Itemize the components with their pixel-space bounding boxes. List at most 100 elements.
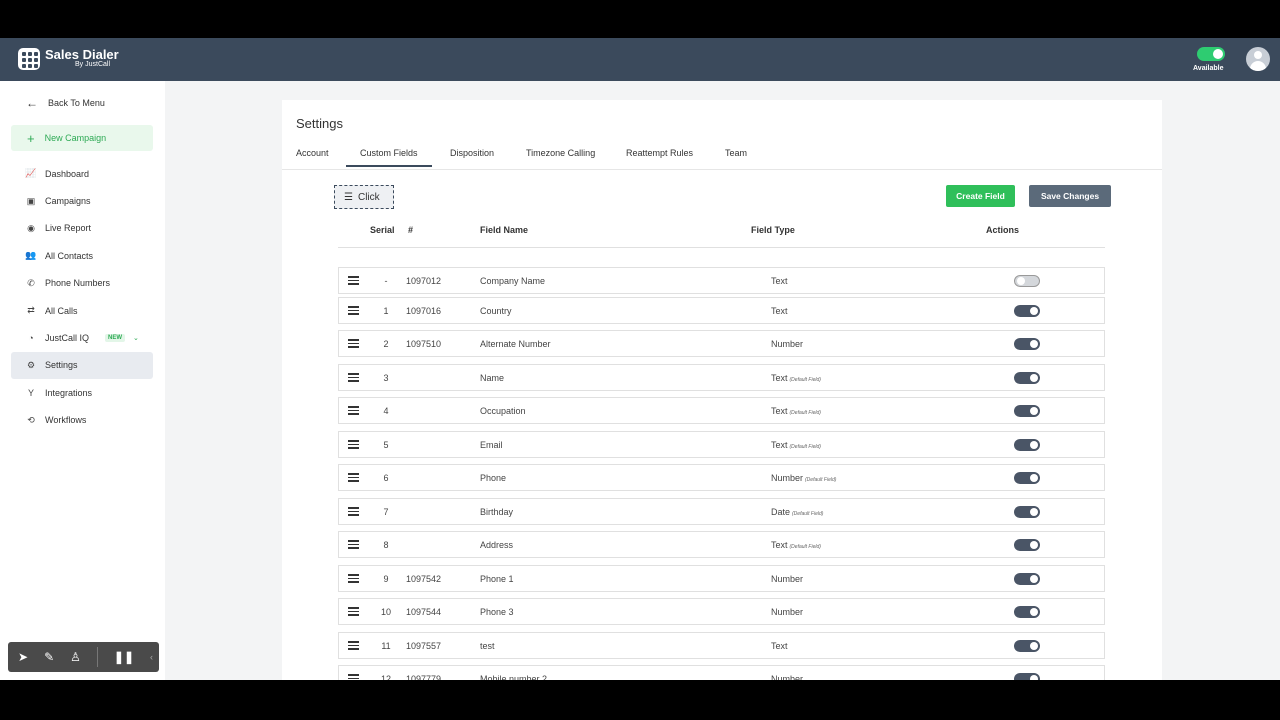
sidebar-item-integrations[interactable]: Y Integrations bbox=[11, 379, 153, 406]
field-enabled-toggle[interactable] bbox=[1014, 439, 1040, 451]
field-enabled-toggle[interactable] bbox=[1014, 673, 1040, 680]
users-icon: 👥 bbox=[25, 250, 37, 261]
field-enabled-toggle[interactable] bbox=[1014, 506, 1040, 518]
serial-cell: 7 bbox=[383, 507, 389, 517]
table-row: 4 Occupation Text (Default Field) bbox=[338, 397, 1105, 424]
header-serial: Serial bbox=[370, 225, 395, 235]
field-type-value: Text bbox=[771, 406, 788, 416]
settings-tabs: Account Custom Fields Disposition Timezone … bbox=[282, 140, 1162, 170]
chart-line-icon: 📈 bbox=[25, 168, 37, 179]
sidebar-item-dashboard[interactable]: 📈 Dashboard bbox=[11, 160, 153, 187]
availability-label: Available bbox=[1193, 65, 1224, 72]
tab-account[interactable]: Account bbox=[296, 148, 329, 158]
sidebar: ← Back To Menu + New Campaign 📈 Dashboard… bbox=[0, 81, 165, 680]
save-changes-button[interactable]: Save Changes bbox=[1029, 185, 1111, 207]
drag-handle-icon[interactable] bbox=[348, 674, 360, 680]
sidebar-item-live-report[interactable]: ◉ Live Report bbox=[11, 215, 153, 242]
sidebar-item-all-calls[interactable]: ⇄ All Calls bbox=[11, 297, 153, 324]
tab-custom-fields[interactable]: Custom Fields bbox=[346, 148, 432, 167]
table-row: 7 Birthday Date (Default Field) bbox=[338, 498, 1105, 525]
field-enabled-toggle[interactable] bbox=[1014, 275, 1040, 287]
availability-toggle[interactable] bbox=[1197, 47, 1225, 61]
field-name-cell: Name bbox=[480, 373, 505, 383]
pencil-icon[interactable]: ✎ bbox=[44, 650, 54, 664]
highlighter-icon[interactable]: ♙ bbox=[70, 650, 81, 664]
drag-handle-icon[interactable] bbox=[348, 276, 360, 287]
chevron-down-icon[interactable]: ⌄ bbox=[133, 334, 139, 342]
field-enabled-toggle[interactable] bbox=[1014, 305, 1040, 317]
field-enabled-toggle[interactable] bbox=[1014, 606, 1040, 618]
field-enabled-toggle[interactable] bbox=[1014, 472, 1040, 484]
drag-handle-icon[interactable] bbox=[348, 574, 360, 585]
drag-handle-icon[interactable] bbox=[348, 473, 360, 484]
drag-handle-icon[interactable] bbox=[348, 406, 360, 417]
drag-handle-icon[interactable] bbox=[348, 507, 360, 518]
sidebar-item-label: Dashboard bbox=[45, 168, 90, 179]
serial-cell: 4 bbox=[383, 406, 389, 416]
user-avatar[interactable] bbox=[1246, 47, 1270, 71]
drag-handle-icon[interactable] bbox=[348, 607, 360, 618]
field-enabled-toggle[interactable] bbox=[1014, 338, 1040, 350]
back-label: Back To Menu bbox=[48, 98, 105, 108]
serial-cell: 9 bbox=[383, 574, 389, 584]
sidebar-item-label: Phone Numbers bbox=[45, 278, 111, 289]
sidebar-item-workflows[interactable]: ⟲ Workflows bbox=[11, 407, 153, 434]
collapse-icon[interactable]: ‹ bbox=[150, 652, 153, 662]
tab-team[interactable]: Team bbox=[725, 148, 747, 158]
sidebar-nav: 📈 Dashboard ▣ Campaigns ◉ Live Report 👥 All Con… bbox=[11, 160, 153, 434]
field-type-value: Date bbox=[771, 507, 791, 517]
drag-handle-icon[interactable] bbox=[348, 540, 360, 551]
default-field-note: (Default Field) bbox=[789, 544, 821, 550]
sidebar-item-label: Integrations bbox=[45, 387, 93, 398]
field-type-value: Number bbox=[771, 607, 804, 617]
field-type-cell: Number bbox=[771, 674, 803, 680]
serial-cell: 1 bbox=[383, 306, 389, 316]
tab-disposition[interactable]: Disposition bbox=[450, 148, 494, 158]
toolbar-divider bbox=[96, 647, 98, 667]
click-button[interactable]: ☰ Click bbox=[334, 185, 394, 209]
field-type-value: Text bbox=[771, 540, 788, 550]
tab-reattempt-rules[interactable]: Reattempt Rules bbox=[626, 148, 693, 158]
table-row: 10 1097544 Phone 3 Number bbox=[338, 598, 1105, 625]
sidebar-item-all-contacts[interactable]: 👥 All Contacts bbox=[11, 242, 153, 269]
click-label: Click bbox=[357, 191, 380, 203]
drag-handle-icon[interactable] bbox=[348, 339, 360, 350]
sidebar-item-campaigns[interactable]: ▣ Campaigns bbox=[11, 187, 153, 214]
field-type-value: Text bbox=[771, 440, 788, 450]
default-field-note: (Default Field) bbox=[805, 477, 837, 483]
new-campaign-label: New Campaign bbox=[44, 133, 107, 143]
back-to-menu-link[interactable]: ← Back To Menu bbox=[26, 96, 105, 110]
drag-handle-icon[interactable] bbox=[348, 641, 360, 652]
drag-handle-icon[interactable] bbox=[348, 440, 360, 451]
default-field-note: (Default Field) bbox=[789, 444, 821, 450]
field-name-cell: test bbox=[480, 641, 495, 651]
field-enabled-toggle[interactable] bbox=[1014, 539, 1040, 551]
field-type-value: Number bbox=[771, 674, 804, 680]
table-row: 8 Address Text (Default Field) bbox=[338, 531, 1105, 558]
create-field-button[interactable]: Create Field bbox=[946, 185, 1015, 207]
field-enabled-toggle[interactable] bbox=[1014, 640, 1040, 652]
field-name-cell: Company Name bbox=[480, 276, 546, 286]
serial-cell: 8 bbox=[383, 540, 389, 550]
drag-handle-icon[interactable] bbox=[348, 306, 360, 317]
field-name-cell: Phone bbox=[480, 473, 507, 483]
app-title: Sales Dialer bbox=[45, 47, 119, 62]
field-name-cell: Email bbox=[480, 440, 503, 450]
sidebar-item-label: All Contacts bbox=[45, 250, 94, 261]
cursor-icon[interactable]: ➤ bbox=[18, 650, 28, 664]
field-enabled-toggle[interactable] bbox=[1014, 405, 1040, 417]
tab-timezone-calling[interactable]: Timezone Calling bbox=[526, 148, 595, 158]
sidebar-item-settings[interactable]: ⚙ Settings bbox=[11, 351, 153, 380]
drag-handle-icon[interactable] bbox=[348, 373, 360, 384]
app-logo-icon[interactable] bbox=[18, 48, 40, 70]
table-row: 11 1097557 test Text bbox=[338, 632, 1105, 659]
sidebar-item-phone-numbers[interactable]: ✆ Phone Numbers bbox=[11, 270, 153, 297]
new-campaign-button[interactable]: + New Campaign bbox=[11, 125, 153, 151]
field-name-cell: Address bbox=[480, 540, 514, 550]
pause-icon[interactable]: ❚❚ bbox=[114, 650, 134, 664]
id-cell: 1097557 bbox=[406, 641, 442, 651]
field-enabled-toggle[interactable] bbox=[1014, 573, 1040, 585]
field-enabled-toggle[interactable] bbox=[1014, 372, 1040, 384]
id-cell: 1097779 bbox=[406, 674, 442, 680]
sidebar-item-justcall-iq[interactable]: ◔ JustCall IQ NEW ⌄ bbox=[11, 324, 153, 351]
